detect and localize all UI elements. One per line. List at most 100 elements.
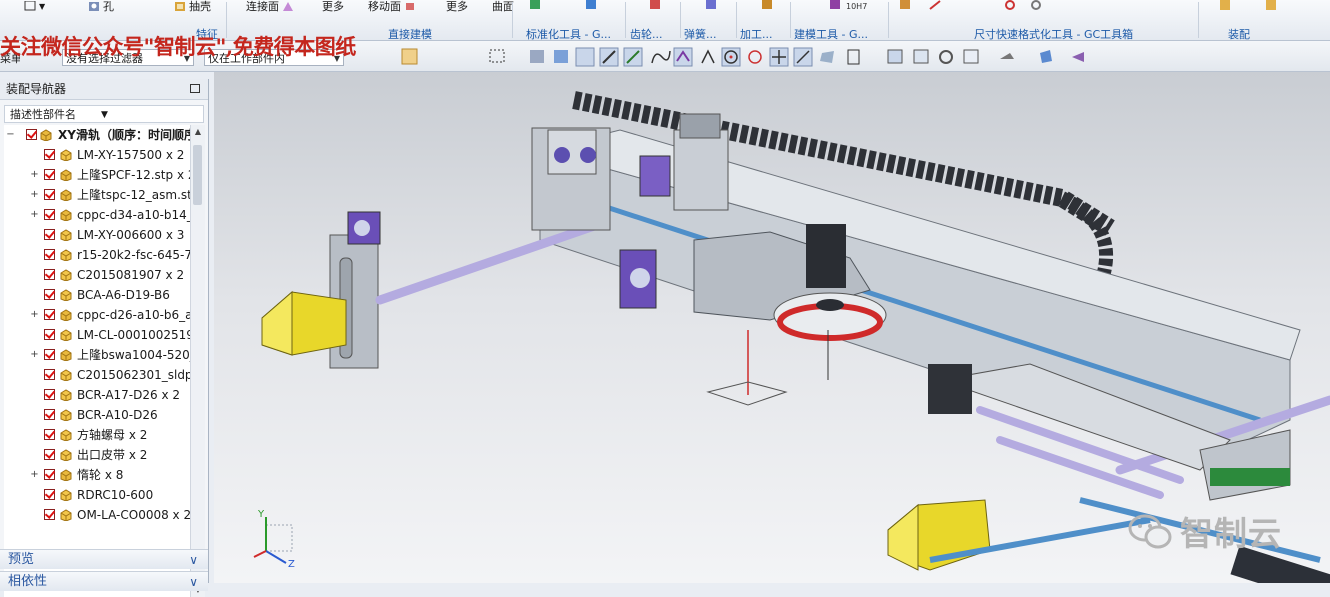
visibility-checkbox[interactable] xyxy=(44,369,55,380)
chevron-down-icon[interactable]: ∨ xyxy=(189,550,198,570)
visibility-checkbox[interactable] xyxy=(44,449,55,460)
expand-icon[interactable]: + xyxy=(30,465,39,485)
tree-row[interactable]: OM-LA-CO0008 x 2 xyxy=(4,505,190,525)
expand-icon[interactable]: + xyxy=(30,345,39,365)
tree-row[interactable]: + 上隆tspc-12_asm.stp xyxy=(4,185,190,205)
group-label-spring[interactable]: 弹簧... xyxy=(684,26,717,42)
tree-row[interactable]: C2015081907 x 2 xyxy=(4,265,190,285)
group-label-modeling-tools[interactable]: 建模工具 - G... xyxy=(794,26,868,42)
preview-panel-label: 预览 xyxy=(8,552,35,567)
visibility-checkbox[interactable] xyxy=(44,249,55,260)
visibility-checkbox[interactable] xyxy=(26,129,37,140)
group-label-gear[interactable]: 齿轮... xyxy=(630,26,663,42)
tree-row[interactable]: 出口皮带 x 2 xyxy=(4,445,190,465)
shell-button[interactable]: 抽壳 xyxy=(174,0,211,13)
part-icon xyxy=(60,329,72,341)
visibility-checkbox[interactable] xyxy=(44,309,55,320)
visibility-checkbox[interactable] xyxy=(44,229,55,240)
move-face-button[interactable]: 移动面 xyxy=(368,0,416,13)
tree-row-label: 上隆SPCF-12.stp x 2 xyxy=(77,168,190,182)
navigator-header: 装配导航器 xyxy=(0,79,208,100)
spindle-motor xyxy=(806,224,846,288)
expand-icon[interactable]: + xyxy=(30,305,39,325)
scrollbar-thumb[interactable] xyxy=(193,145,202,205)
dimension-icons xyxy=(900,0,1041,10)
tree-row-label: BCR-A17-D26 x 2 xyxy=(77,388,181,402)
group-label-assembly[interactable]: 装配 xyxy=(1228,26,1250,42)
tree-row[interactable]: RDRC10-600 xyxy=(4,485,190,505)
visibility-checkbox[interactable] xyxy=(44,329,55,340)
hole-label: 孔 xyxy=(103,0,114,13)
scroll-up-icon[interactable]: ▲ xyxy=(191,125,205,139)
snap-toolbar-icons[interactable] xyxy=(350,47,1330,67)
tree-row[interactable]: BCA-A6-D19-B6 xyxy=(4,285,190,305)
tree-row[interactable]: + cppc-d26-a10-b6_asm xyxy=(4,305,190,325)
stepper-motor-small xyxy=(928,364,972,414)
assembly-icon xyxy=(40,129,52,141)
more-button[interactable]: 更多 xyxy=(322,0,344,13)
visibility-checkbox[interactable] xyxy=(44,169,55,180)
tree-row-label: 方轴螺母 x 2 xyxy=(77,428,148,442)
visibility-checkbox[interactable] xyxy=(44,289,55,300)
tree-row[interactable]: + 上隆SPCF-12.stp x 2 xyxy=(4,165,190,185)
group-label-standard-tools[interactable]: 标准化工具 - G... xyxy=(526,26,611,42)
collapse-icon[interactable]: − xyxy=(6,125,15,145)
assembly-navigator: 装配导航器 描述性部件名 ▼ − XY滑轨（顺序：时间顺序） LM-XY-157… xyxy=(0,79,209,597)
tree-row[interactable]: BCR-A17-D26 x 2 xyxy=(4,385,190,405)
tree-row-label: 出口皮带 x 2 xyxy=(77,448,148,462)
tree-scrollbar[interactable]: ▲ ▼ xyxy=(190,125,205,597)
visibility-checkbox[interactable] xyxy=(44,409,55,420)
guide-rod xyxy=(375,219,605,305)
tree-row[interactable]: LM-XY-157500 x 2 xyxy=(4,145,190,165)
visibility-checkbox[interactable] xyxy=(44,349,55,360)
tree-row[interactable]: LM-XY-006600 x 3 xyxy=(4,225,190,245)
sketch-button[interactable]: ▼ xyxy=(24,0,45,12)
tree-root-label: XY滑轨（顺序：时间顺序） xyxy=(58,128,190,142)
green-block xyxy=(1210,468,1290,486)
brand-text: 智制云 xyxy=(1180,514,1282,553)
dependency-panel-header[interactable]: 相依性 ∨ xyxy=(0,571,208,591)
graphics-viewport[interactable]: Y Z 智制云 xyxy=(214,72,1330,583)
tree-root[interactable]: − XY滑轨（顺序：时间顺序） xyxy=(4,125,190,145)
visibility-checkbox[interactable] xyxy=(44,149,55,160)
expand-icon[interactable]: + xyxy=(30,205,39,225)
tree-row[interactable]: + 惰轮 x 8 xyxy=(4,465,190,485)
column-header[interactable]: 描述性部件名 ▼ xyxy=(4,105,204,123)
visibility-checkbox[interactable] xyxy=(44,489,55,500)
shell-icon xyxy=(175,1,185,11)
hole-icon xyxy=(89,1,99,11)
tree-row[interactable]: + cppc-d34-a10-b14_asm xyxy=(4,205,190,225)
tree-row[interactable]: C2015062301_sldprt xyxy=(4,365,190,385)
visibility-checkbox[interactable] xyxy=(44,509,55,520)
more-button-2[interactable]: 更多 xyxy=(446,0,468,13)
visibility-checkbox[interactable] xyxy=(44,469,55,480)
tree-row-label: LM-CL-00010025195 xyxy=(77,328,190,342)
dropdown-arrow-icon[interactable]: ▼ xyxy=(39,2,45,11)
tree-row[interactable]: BCR-A10-D26 xyxy=(4,405,190,425)
surface-button[interactable]: 曲面 xyxy=(492,0,514,13)
z-axis-icon xyxy=(265,550,287,564)
tree-row[interactable]: r15-20k2-fsc-645-70 xyxy=(4,245,190,265)
preview-panel-header[interactable]: 预览 ∨ xyxy=(0,549,208,569)
part-icon xyxy=(60,509,72,521)
tree-row-label: 上隆bswa1004-520_asm xyxy=(77,348,190,362)
tree-row[interactable]: + 上隆bswa1004-520_asm xyxy=(4,345,190,365)
expand-icon[interactable]: + xyxy=(30,165,39,185)
visibility-checkbox[interactable] xyxy=(44,189,55,200)
tree-row-label: C2015081907 x 2 xyxy=(77,268,185,282)
visibility-checkbox[interactable] xyxy=(44,269,55,280)
hole-button[interactable]: 孔 xyxy=(88,0,114,13)
sort-arrow-icon[interactable]: ▼ xyxy=(101,106,108,124)
divider xyxy=(512,2,513,38)
group-label-machining[interactable]: 加工... xyxy=(740,26,773,42)
connect-face-button[interactable]: 连接面 xyxy=(246,0,294,13)
chevron-down-icon[interactable]: ∨ xyxy=(189,572,198,592)
tree-row[interactable]: LM-CL-00010025195 xyxy=(4,325,190,345)
visibility-checkbox[interactable] xyxy=(44,429,55,440)
maximize-icon[interactable] xyxy=(190,84,200,93)
visibility-checkbox[interactable] xyxy=(44,209,55,220)
expand-icon[interactable]: + xyxy=(30,185,39,205)
tree-row[interactable]: 方轴螺母 x 2 xyxy=(4,425,190,445)
visibility-checkbox[interactable] xyxy=(44,389,55,400)
group-label-dimension-format[interactable]: 尺寸快速格式化工具 - GC工具箱 xyxy=(974,26,1133,42)
